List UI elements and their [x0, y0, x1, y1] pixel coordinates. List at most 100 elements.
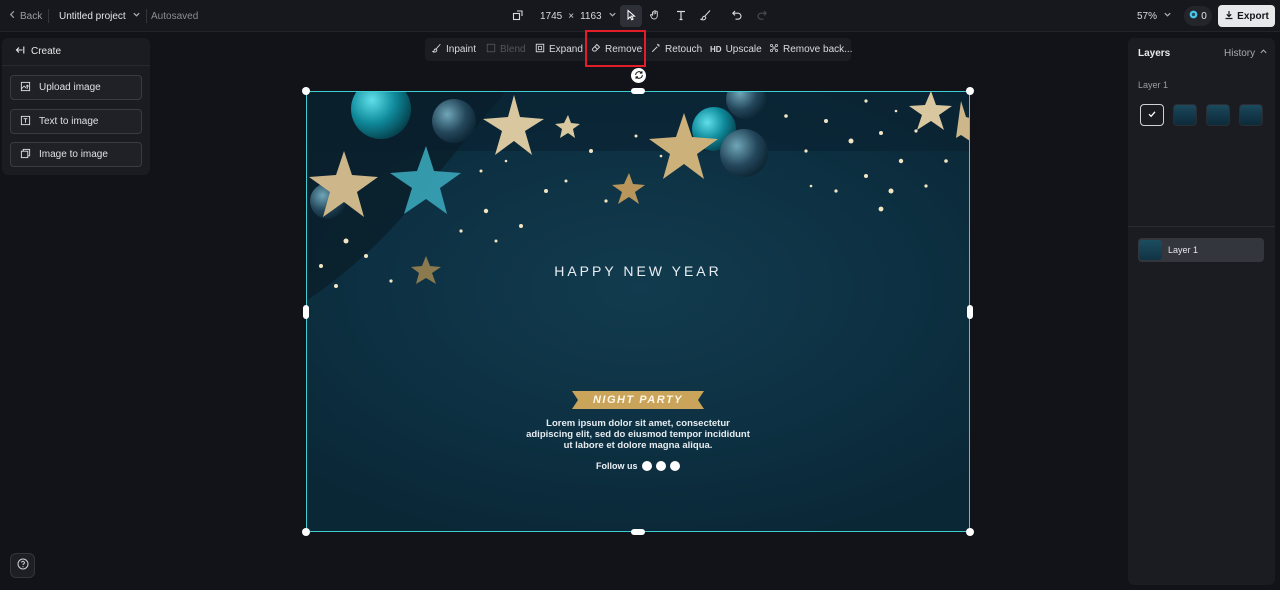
upload-image-button[interactable]: Upload image	[10, 75, 142, 100]
layer-item[interactable]: Layer 1	[1138, 238, 1264, 262]
inpaint-label: Inpaint	[446, 44, 477, 55]
canvas-image[interactable]: HAPPY NEW YEAR NIGHT PARTY Lorem ipsum d…	[306, 91, 970, 532]
text-to-image-button[interactable]: Text to image	[10, 109, 142, 134]
follow-us: Follow us	[596, 461, 680, 471]
remove-background-icon	[769, 43, 779, 56]
canvas-size-dropdown[interactable]: 1745 × 1163	[512, 0, 617, 32]
redo-icon	[756, 9, 768, 24]
history-thumbnail[interactable]	[1173, 104, 1197, 126]
resize-handle-left[interactable]	[303, 305, 309, 319]
remove-highlight-box	[585, 30, 646, 67]
credits-badge[interactable]: 0	[1184, 6, 1212, 26]
undo-icon	[731, 9, 743, 24]
chevron-left-icon	[8, 10, 17, 22]
resize-handle-bottom-right[interactable]	[966, 528, 974, 536]
top-bar: Back Untitled project Autosaved 1745 × 1…	[0, 0, 1280, 32]
question-icon	[17, 558, 29, 573]
create-panel-header[interactable]: Create	[2, 38, 150, 66]
zoom-dropdown[interactable]: 57%	[1137, 0, 1172, 32]
expand-button[interactable]: Expand	[535, 38, 583, 61]
history-thumbnail[interactable]	[1206, 104, 1230, 126]
resize-handle-top[interactable]	[631, 88, 645, 94]
resize-handle-bottom[interactable]	[631, 529, 645, 535]
canvas-width: 1745	[540, 10, 563, 22]
rotate-handle[interactable]	[631, 68, 646, 83]
download-icon	[1224, 10, 1234, 23]
expand-icon	[535, 43, 545, 56]
image-to-image-label: Image to image	[39, 149, 108, 160]
blend-icon	[486, 43, 496, 56]
chevron-down-icon	[608, 10, 617, 22]
ribbon-text: NIGHT PARTY	[592, 394, 684, 406]
chevron-down-icon	[132, 10, 141, 22]
follow-label: Follow us	[596, 461, 638, 471]
retouch-button[interactable]: Retouch	[651, 38, 702, 61]
image-to-image-button[interactable]: Image to image	[10, 142, 142, 167]
history-toggle[interactable]: History	[1224, 47, 1268, 59]
chevron-down-icon	[1163, 10, 1172, 22]
upload-image-label: Upload image	[39, 82, 101, 93]
inpaint-button[interactable]: Inpaint	[431, 38, 477, 61]
card-heading: HAPPY NEW YEAR	[554, 263, 722, 279]
resize-handle-right[interactable]	[967, 305, 973, 319]
upscale-label: Upscale	[725, 44, 762, 55]
instagram-icon	[655, 461, 666, 471]
upscale-button[interactable]: HD Upscale	[710, 38, 762, 61]
history-label: History	[1224, 47, 1256, 59]
autosave-status: Autosaved	[151, 10, 199, 22]
credits-count: 0	[1201, 10, 1207, 22]
brush-icon	[699, 9, 712, 24]
youtube-icon	[669, 461, 680, 471]
body-line: Lorem ipsum dolor sit amet, consectetur	[546, 418, 730, 429]
canvas-height: 1163	[580, 10, 602, 22]
resize-handle-top-left[interactable]	[302, 87, 310, 95]
export-button[interactable]: Export	[1218, 5, 1275, 27]
layer-name: Layer 1	[1168, 245, 1199, 255]
back-button[interactable]: Back	[8, 0, 42, 32]
zoom-level: 57%	[1137, 10, 1158, 22]
text-to-image-label: Text to image	[39, 116, 99, 127]
layers-title: Layers	[1138, 48, 1171, 59]
history-thumbnail[interactable]	[1140, 104, 1164, 126]
history-section-label: Layer 1	[1138, 80, 1169, 90]
project-name-dropdown[interactable]: Untitled project	[59, 0, 141, 32]
collapse-left-icon	[15, 45, 25, 58]
blend-button[interactable]: Blend	[486, 38, 526, 61]
text-tool-button[interactable]	[670, 5, 692, 27]
divider	[48, 9, 49, 23]
blend-label: Blend	[500, 44, 526, 55]
resize-handle-bottom-left[interactable]	[302, 528, 310, 536]
help-button[interactable]	[10, 553, 35, 578]
coin-icon	[1189, 10, 1198, 22]
brush-icon	[431, 43, 442, 56]
hand-icon	[649, 9, 661, 24]
resize-icon	[512, 9, 524, 24]
divider	[1128, 226, 1275, 227]
project-name: Untitled project	[59, 10, 126, 22]
create-panel-title: Create	[31, 46, 62, 57]
card-body: Lorem ipsum dolor sit amet, consectetur …	[306, 418, 970, 451]
retouch-label: Retouch	[665, 44, 703, 55]
times-sign: ×	[568, 10, 575, 22]
export-label: Export	[1237, 10, 1269, 22]
resize-handle-top-right[interactable]	[966, 87, 974, 95]
image-to-image-icon	[20, 148, 31, 162]
cursor-icon	[625, 8, 637, 24]
body-line: ut labore et dolore magna aliqua.	[563, 440, 713, 451]
brush-tool-button[interactable]	[695, 5, 717, 27]
create-panel: Create Upload image Text to image Image …	[2, 38, 150, 175]
history-thumbnail[interactable]	[1239, 104, 1263, 126]
body-line: adipiscing elit, sed do eiusmod tempor i…	[526, 429, 750, 440]
layer-thumbnail	[1139, 240, 1162, 260]
rotate-icon	[634, 69, 644, 83]
select-tool-button[interactable]	[620, 5, 642, 27]
redo-button[interactable]	[751, 5, 773, 27]
hand-tool-button[interactable]	[644, 5, 666, 27]
remove-background-button[interactable]: Remove back...	[769, 38, 852, 61]
check-icon	[1147, 108, 1157, 122]
upload-image-icon	[20, 81, 31, 95]
undo-button[interactable]	[726, 5, 748, 27]
text-to-image-icon	[20, 115, 31, 129]
layers-panel: Layers History Layer 1 Layer 1	[1128, 38, 1275, 585]
magic-wand-icon	[651, 43, 661, 56]
